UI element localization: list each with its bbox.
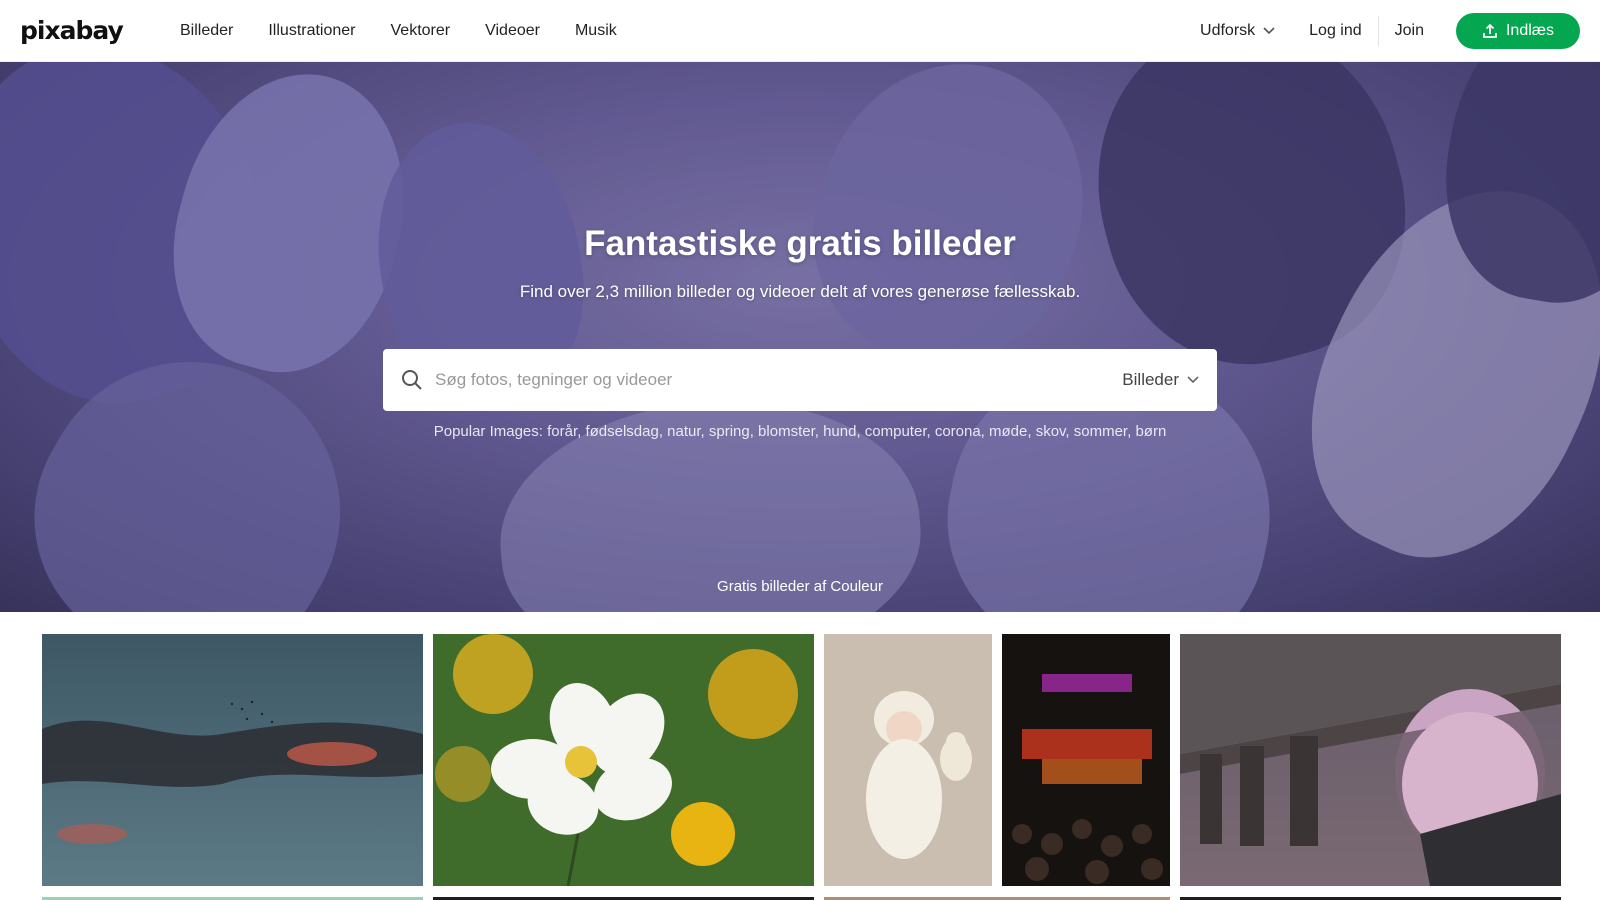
gallery-image-concert[interactable] [1002,634,1170,886]
search-type-dropdown[interactable]: Billeder [1122,370,1199,390]
upload-button[interactable]: Indlæs [1456,13,1580,49]
nav-divider [1377,16,1379,46]
gallery-image-bridge[interactable] [1180,634,1561,886]
right-nav: Udforsk Log ind Join Indlæs [1200,0,1580,62]
upload-label: Indlæs [1505,22,1555,39]
search-icon[interactable] [401,369,423,391]
hero-overlay [0,62,1600,612]
gallery-image-sky[interactable] [42,634,423,886]
chevron-down-icon [1187,376,1199,384]
main-nav: Billeder Illustrationer Vektorer Videoer… [180,0,652,62]
search-type-label: Billeder [1122,370,1179,389]
gallery-image-flower[interactable] [433,634,814,886]
login-link[interactable]: Log ind [1309,22,1362,40]
hero-subtitle: Find over 2,3 million billeder og videoe… [519,282,1081,301]
explore-label: Udforsk [1200,22,1256,39]
upload-icon [1483,23,1497,38]
nav-videoer[interactable]: Videoer [485,22,540,40]
search-input[interactable] [435,349,1123,411]
popular-searches[interactable]: Popular Images: forår, fødselsdag, natur… [0,423,1600,440]
image-credit[interactable]: Gratis billeder af Couleur [0,578,1600,595]
search-bar: Billeder [383,349,1217,411]
top-navbar: pixabay Billeder Illustrationer Vektorer… [0,0,1600,62]
join-link[interactable]: Join [1395,22,1424,40]
gallery-image-baby[interactable] [824,634,992,886]
chevron-down-icon [1263,27,1275,35]
hero-banner: Fantastiske gratis billeder Find over 2,… [0,62,1600,612]
nav-billeder[interactable]: Billeder [180,22,233,40]
nav-musik[interactable]: Musik [575,22,617,40]
explore-dropdown[interactable]: Udforsk [1200,22,1275,40]
pixabay-logo[interactable]: pixabay [20,16,124,45]
nav-vektorer[interactable]: Vektorer [391,22,451,40]
nav-illustrationer[interactable]: Illustrationer [268,22,355,40]
hero-title: Fantastiske gratis billeder [584,224,1016,263]
